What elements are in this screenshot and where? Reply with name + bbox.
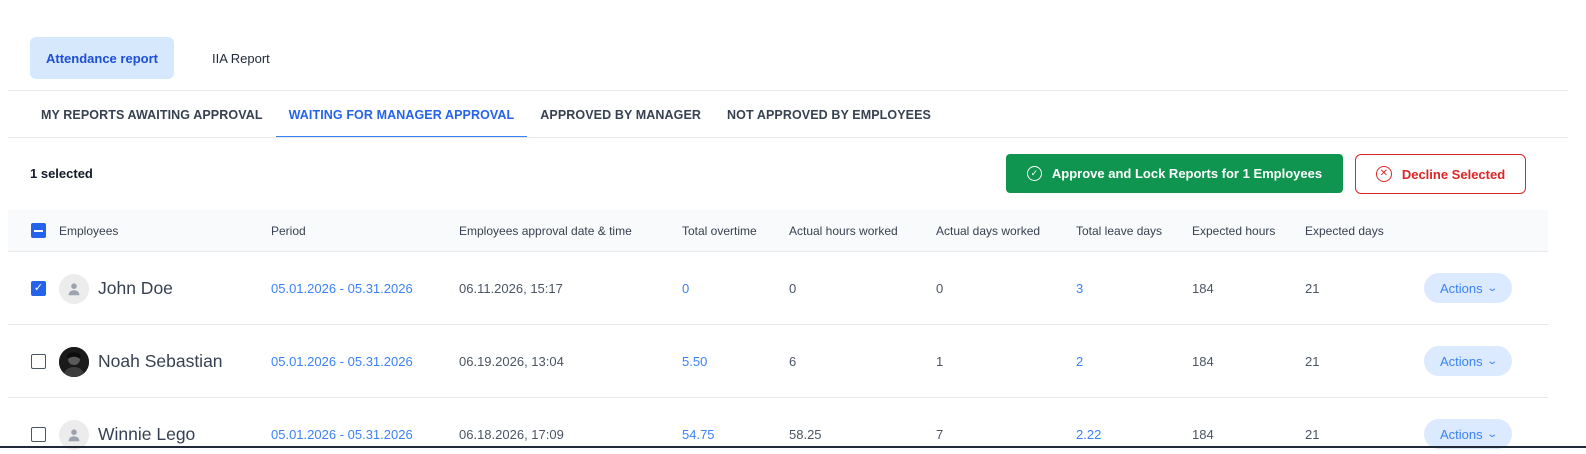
employee-name[interactable]: Winnie Lego [98,424,195,445]
actions-label: Actions [1439,353,1483,369]
approval-datetime: 06.11.2026, 15:17 [459,281,563,296]
employee-name[interactable]: John Doe [98,278,173,299]
column-header-approval-date[interactable]: Employees approval date & time [459,210,632,252]
actions-dropdown-button[interactable]: Actions ⌄ [1424,273,1512,303]
actions-dropdown-button[interactable]: Actions ⌄ [1424,419,1512,449]
select-all-checkbox[interactable] [31,223,46,238]
person-icon [68,428,80,441]
divider [8,90,1568,91]
actions-label: Actions [1439,426,1483,442]
column-header-period[interactable]: Period [271,210,306,252]
profile-photo-icon [59,346,89,377]
total-overtime-link[interactable]: 0 [682,252,689,325]
employee-cell: John Doe [59,252,173,325]
column-header-expected-hours[interactable]: Expected hours [1192,210,1275,252]
approve-and-lock-button[interactable]: ✓ Approve and Lock Reports for 1 Employe… [1006,154,1343,193]
check-circle-icon: ✓ [1026,166,1042,181]
viewport-edge [0,446,1586,448]
total-leave-days-link[interactable]: 2 [1076,325,1083,398]
table-row: ✓ John Doe 05.01.2026 - 05.31.2026 06.11… [8,252,1548,325]
row-checkbox[interactable] [31,427,46,442]
expected-hours: 184 [1192,281,1214,296]
row-checkbox[interactable]: ✓ [31,281,46,296]
person-icon [68,282,80,295]
decline-button-label: Decline Selected [1401,166,1506,182]
actual-hours-worked: 0 [789,281,797,296]
divider [8,137,1568,138]
actions-dropdown-button[interactable]: Actions ⌄ [1424,346,1512,376]
approve-button-label: Approve and Lock Reports for 1 Employees [1051,166,1323,181]
actual-days-worked: 1 [936,354,944,369]
row-checkbox[interactable] [31,354,46,369]
employee-cell: Noah Sebastian [59,325,223,398]
default-avatar [59,273,89,304]
expected-days: 21 [1305,281,1320,296]
total-leave-days-link[interactable]: 3 [1076,252,1083,325]
expected-days: 21 [1305,354,1320,369]
table-header: Employees Period Employees approval date… [8,210,1548,252]
period-link[interactable]: 05.01.2026 - 05.31.2026 [271,252,413,325]
tab-attendance-report[interactable]: Attendance report [30,37,174,79]
tab-iia-report[interactable]: IIA Report [196,37,286,79]
tab-approved-by-manager[interactable]: APPROVED BY MANAGER [527,92,714,138]
chevron-down-icon: ⌄ [1485,428,1498,440]
selected-count: 1 selected [30,166,93,181]
expected-hours: 184 [1192,354,1214,369]
column-header-actual-days[interactable]: Actual days worked [936,210,1040,252]
column-header-employees[interactable]: Employees [59,210,118,252]
tab-my-reports-awaiting-approval[interactable]: MY REPORTS AWAITING APPROVAL [28,92,276,138]
column-header-expected-days[interactable]: Expected days [1305,210,1384,252]
employee-name[interactable]: Noah Sebastian [98,351,223,372]
table-row: Noah Sebastian 05.01.2026 - 05.31.2026 0… [8,325,1548,398]
status-tabs: MY REPORTS AWAITING APPROVAL WAITING FOR… [28,92,944,138]
chevron-down-icon: ⌄ [1485,282,1498,294]
report-type-tabs: Attendance report IIA Report [30,37,286,79]
column-header-total-leave-days[interactable]: Total leave days [1076,210,1162,252]
actual-hours-worked: 6 [789,354,797,369]
x-circle-icon: ✕ [1375,166,1392,182]
decline-selected-button[interactable]: ✕ Decline Selected [1355,154,1526,194]
period-link[interactable]: 05.01.2026 - 05.31.2026 [271,325,413,398]
approval-datetime: 06.19.2026, 13:04 [459,354,564,369]
actions-label: Actions [1439,280,1483,296]
total-overtime-link[interactable]: 5.50 [682,325,707,398]
photo-avatar [59,346,89,377]
default-avatar [59,419,89,450]
actual-days-worked: 0 [936,281,944,296]
column-header-actual-hours[interactable]: Actual hours worked [789,210,898,252]
chevron-down-icon: ⌄ [1485,355,1498,367]
tab-not-approved-by-employees[interactable]: NOT APPROVED BY EMPLOYEES [714,92,944,138]
tab-waiting-for-manager-approval[interactable]: WAITING FOR MANAGER APPROVAL [275,92,528,138]
column-header-total-overtime[interactable]: Total overtime [682,210,757,252]
